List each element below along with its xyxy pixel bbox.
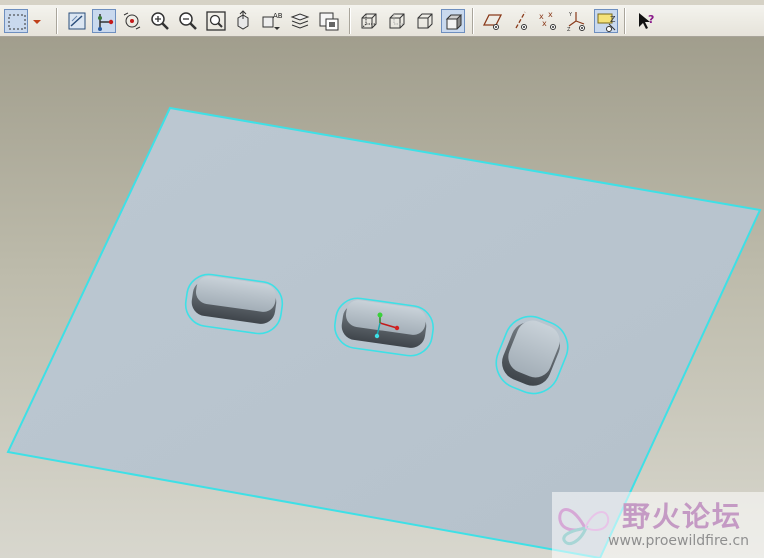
whats-this-help-icon: ?	[639, 13, 654, 29]
watermark-url: www.proewildfire.cn	[608, 533, 750, 549]
toolbar-separator	[472, 8, 474, 34]
svg-text:Z: Z	[567, 27, 571, 33]
coordinate-systems-icon: YZ	[567, 12, 585, 33]
orient-mode-icon	[123, 12, 141, 30]
view-toolbar: AB xxx YZ Z ?	[0, 5, 764, 37]
view-manager-button[interactable]	[317, 9, 341, 33]
zoom-in-icon	[151, 12, 169, 30]
layers-icon	[290, 13, 310, 29]
redraw-button[interactable]	[65, 9, 89, 33]
toolbar-separator	[56, 8, 58, 34]
svg-text:Z: Z	[610, 15, 616, 24]
wireframe-icon	[361, 13, 377, 29]
redraw-icon	[68, 12, 86, 30]
shading-button[interactable]	[441, 9, 465, 33]
select-box-icon	[8, 14, 26, 30]
svg-text:AB: AB	[273, 12, 283, 20]
hidden-line-button[interactable]	[385, 9, 409, 33]
datum-axes-icon	[515, 11, 527, 30]
datum-points-button[interactable]: xxx	[537, 9, 561, 33]
toolbar-separator	[349, 8, 351, 34]
svg-text:x: x	[542, 19, 547, 28]
reorient-button[interactable]	[231, 9, 255, 33]
svg-text:x: x	[548, 10, 553, 19]
saved-views-button[interactable]: AB	[259, 9, 283, 33]
annotations-button[interactable]: Z	[594, 9, 618, 33]
watermark-title: 野火论坛	[622, 500, 743, 533]
dropdown-arrow-icon	[33, 20, 41, 24]
spin-center-icon	[98, 14, 114, 31]
toolbar-separator	[624, 8, 626, 34]
model-scene	[0, 37, 764, 558]
select-box-button[interactable]	[4, 9, 28, 33]
zoom-in-button[interactable]	[148, 9, 172, 33]
shading-icon	[445, 14, 463, 30]
annotations-icon: Z	[597, 13, 616, 32]
zoom-out-icon	[179, 12, 197, 30]
no-hidden-button[interactable]	[413, 9, 437, 33]
saved-views-icon: AB	[262, 12, 283, 30]
graphics-viewport[interactable]: 野火论坛 www.proewildfire.cn	[0, 37, 764, 558]
coordinate-systems-button[interactable]: YZ	[565, 9, 589, 33]
zoom-out-button[interactable]	[176, 9, 200, 33]
orient-mode-button[interactable]	[120, 9, 144, 33]
no-hidden-icon	[417, 13, 433, 29]
hidden-line-icon	[389, 13, 405, 29]
select-filter-dropdown[interactable]	[30, 9, 44, 33]
view-manager-icon	[319, 12, 339, 31]
reorient-icon	[237, 10, 249, 30]
datum-planes-icon	[482, 14, 503, 30]
svg-text:?: ?	[648, 13, 654, 26]
refit-button[interactable]	[204, 9, 228, 33]
datum-axes-button[interactable]	[509, 9, 533, 33]
datum-planes-button[interactable]	[481, 9, 505, 33]
datum-points-icon: x xx	[539, 10, 556, 30]
layers-button[interactable]	[288, 9, 312, 33]
refit-icon	[206, 11, 226, 31]
svg-text:Y: Y	[568, 12, 573, 18]
forum-watermark: 野火论坛 www.proewildfire.cn	[552, 492, 764, 558]
whats-this-help-button[interactable]: ?	[634, 9, 658, 33]
spin-center-button[interactable]	[92, 9, 116, 33]
wireframe-button[interactable]	[357, 9, 381, 33]
